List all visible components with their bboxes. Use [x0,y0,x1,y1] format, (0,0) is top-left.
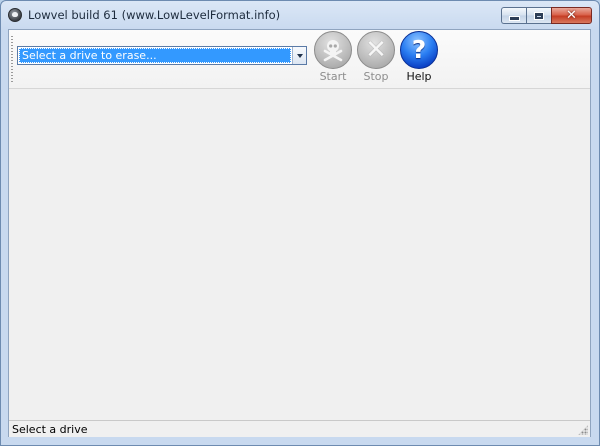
app-window: Lowvel build 61 (www.LowLevelFormat.info… [0,0,600,446]
stop-button[interactable]: ✕ Stop [354,30,398,86]
skull-icon[interactable] [8,8,22,22]
close-icon: ✕ [566,8,577,23]
help-button[interactable]: ? Help [397,30,441,86]
drive-select-value[interactable]: Select a drive to erase... [19,48,291,63]
question-icon: ? [400,31,438,69]
toolbar: Select a drive to erase... Start ✕ Stop … [9,30,590,89]
maximize-button[interactable] [526,7,551,24]
window-title: Lowvel build 61 (www.LowLevelFormat.info… [28,8,281,22]
help-glyph: ? [411,34,427,64]
status-text: Select a drive [12,423,88,436]
close-button[interactable]: ✕ [551,7,592,24]
minimize-button[interactable] [501,7,526,24]
drive-select-dropdown-button[interactable] [292,47,306,64]
start-button-label: Start [319,70,347,83]
skull-crossbones-icon [314,31,352,69]
title-bar[interactable]: Lowvel build 61 (www.LowLevelFormat.info… [1,1,599,29]
drive-select[interactable]: Select a drive to erase... [17,46,307,65]
maximize-icon [534,11,544,20]
x-icon: ✕ [357,31,395,69]
minimize-icon [508,16,520,21]
caption-buttons: ✕ [501,7,592,24]
toolbar-grip[interactable] [11,36,13,82]
client-area: Select a drive to erase... Start ✕ Stop … [8,29,591,437]
stop-button-label: Stop [363,70,389,83]
help-button-label: Help [406,70,432,83]
resize-grip-icon[interactable] [578,425,588,435]
stop-glyph: ✕ [365,35,387,65]
chevron-down-icon [296,53,303,58]
start-button[interactable]: Start [311,30,355,86]
status-bar: Select a drive [9,420,590,437]
